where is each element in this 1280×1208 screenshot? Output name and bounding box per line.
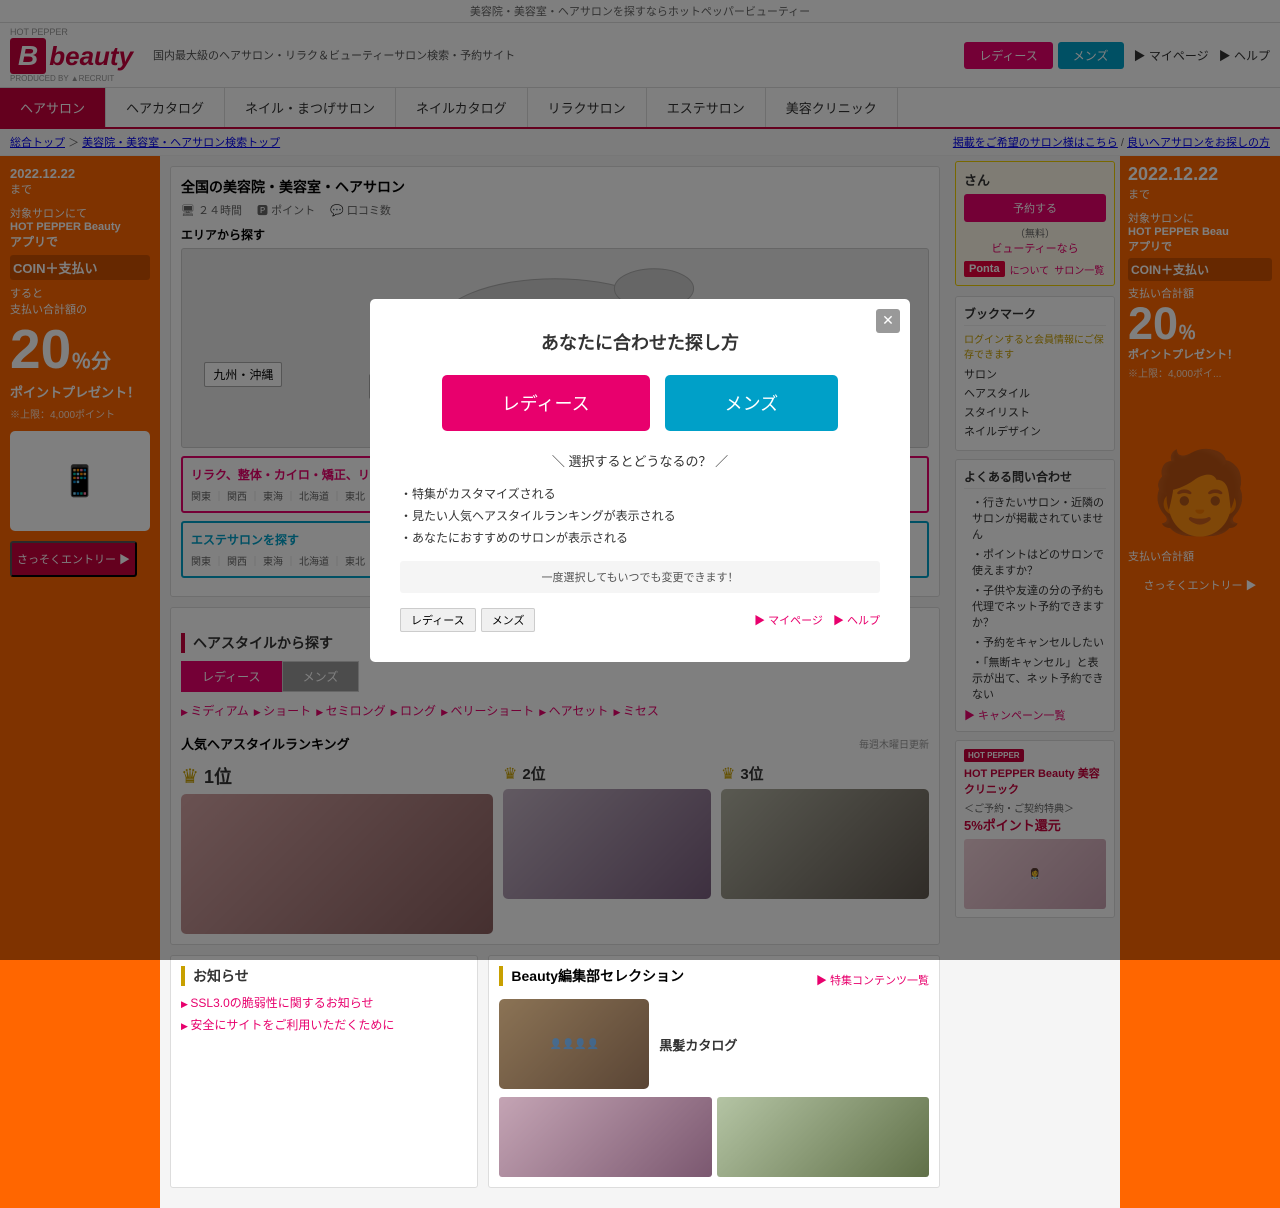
modal-overlay[interactable]: ✕ あなたに合わせた探し方 レディース メンズ ＼ 選択するとどうなるの？ ／ … [0,0,1280,960]
editorial-photo-2[interactable] [717,1097,929,1177]
benefit-3: ・あなたにおすすめのサロンが表示される [400,529,880,546]
modal-gender-buttons: レディース メンズ [400,375,880,431]
modal-small-ladies[interactable]: レディース [400,608,476,632]
news-title: お知らせ [181,966,467,986]
benefit-1: ・特集がカスタマイズされる [400,485,880,502]
modal-question: ＼ 選択するとどうなるの？ ／ [400,451,880,470]
modal-mypage-link[interactable]: ▶ マイページ [754,612,823,628]
editorial-image[interactable]: 👤👤👤👤 [499,999,649,1089]
modal-footer: レディース メンズ ▶ マイページ ▶ ヘルプ [400,608,880,632]
modal-small-buttons: レディース メンズ [400,608,535,632]
news-editorial-row: お知らせ SSL3.0の脆弱性に関するお知らせ 安全にサイトをご利用いただくため… [170,955,940,1198]
modal-footer-links: ▶ マイページ ▶ ヘルプ [754,612,880,628]
editorial-more-link[interactable]: ▶ 特集コンテンツ一覧 [816,972,929,988]
modal-note: 一度選択してもいつでも変更できます！ [400,561,880,593]
news-item-1[interactable]: SSL3.0の脆弱性に関するお知らせ [181,994,467,1011]
editorial-featured-link[interactable]: 黒髪カタログ [659,1035,737,1054]
editorial-title: Beauty編集部セレクション [499,966,684,986]
gender-select-modal: ✕ あなたに合わせた探し方 レディース メンズ ＼ 選択するとどうなるの？ ／ … [370,299,910,662]
modal-help-link[interactable]: ▶ ヘルプ [833,612,880,628]
modal-title: あなたに合わせた探し方 [400,329,880,355]
modal-small-mens[interactable]: メンズ [481,608,536,632]
editorial-section: Beauty編集部セレクション ▶ 特集コンテンツ一覧 👤👤👤👤 黒髪カタログ [488,955,940,1188]
news-item-2[interactable]: 安全にサイトをご利用いただくために [181,1016,467,1033]
editorial-photo-1[interactable] [499,1097,711,1177]
editorial-photos-row [499,1097,929,1177]
benefit-2: ・見たい人気ヘアスタイルランキングが表示される [400,507,880,524]
modal-benefits: ・特集がカスタマイズされる ・見たい人気ヘアスタイルランキングが表示される ・あ… [400,485,880,546]
modal-mens-button[interactable]: メンズ [665,375,839,431]
editorial-item: 👤👤👤👤 黒髪カタログ [499,999,929,1089]
modal-ladies-button[interactable]: レディース [442,375,650,431]
modal-close-button[interactable]: ✕ [876,309,900,333]
news-section: お知らせ SSL3.0の脆弱性に関するお知らせ 安全にサイトをご利用いただくため… [170,955,478,1188]
